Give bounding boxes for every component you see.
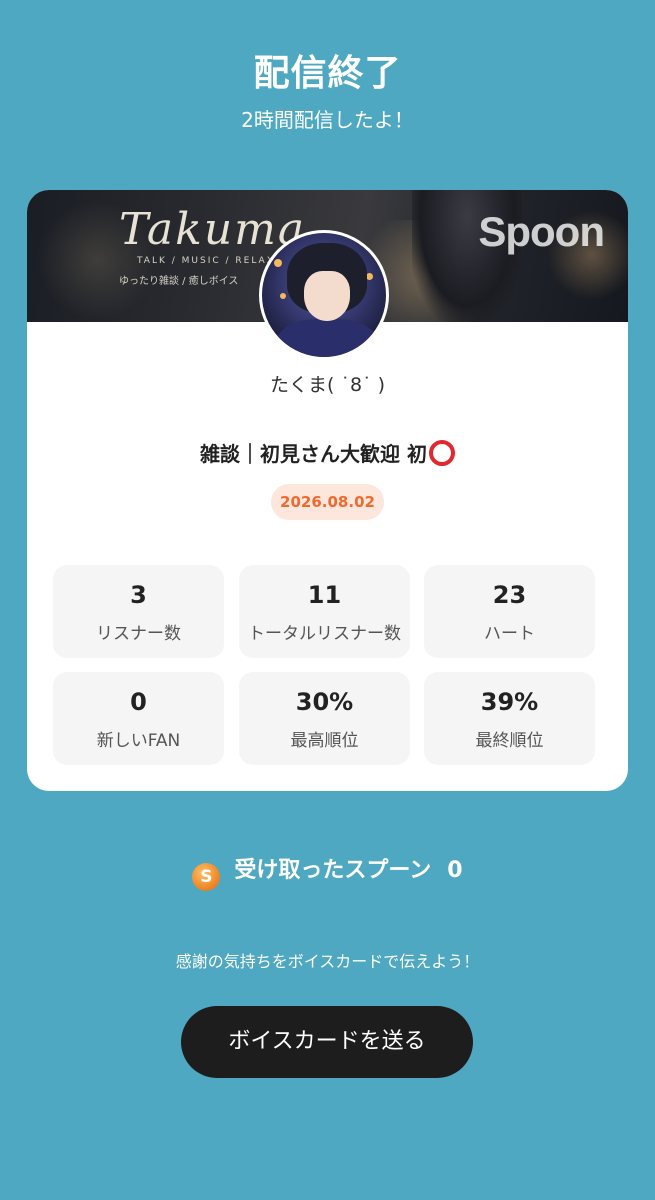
stat-value: 30% <box>295 688 354 716</box>
stat-label: トータルリスナー数 <box>248 624 401 644</box>
stat-label: 最高順位 <box>290 731 359 751</box>
broadcast-title: 雑談｜初見さん大歓迎 初 <box>27 438 628 467</box>
avatar[interactable] <box>259 230 389 360</box>
stat-hearts: 23 ハート <box>424 565 595 658</box>
stat-label: リスナー数 <box>96 624 181 644</box>
banner-subline: ゆったり雑談 / 癒しボイス <box>119 276 239 287</box>
broadcast-duration-text: 2時間配信したよ！ <box>241 108 414 132</box>
username: たくま( ˙8˙ ) <box>270 374 385 396</box>
thanks-message: 感謝の気持ちをボイスカードで伝えよう！ <box>175 952 480 971</box>
stat-final-rank: 39% 最終順位 <box>424 672 595 765</box>
date-badge: 2026.08.02 <box>271 484 384 520</box>
stat-value: 11 <box>307 581 342 609</box>
received-spoons: S 受け取ったスプーン 0 <box>0 852 655 891</box>
stat-label: ハート <box>484 624 535 644</box>
send-voice-card-button[interactable]: ボイスカードを送る <box>181 1006 473 1078</box>
stat-value: 23 <box>492 581 527 609</box>
broadcast-title-text: 雑談｜初見さん大歓迎 初 <box>200 442 427 466</box>
spoon-coin-icon: S <box>192 863 221 891</box>
stat-label: 最終順位 <box>475 731 544 751</box>
page-title: 配信終了 <box>253 53 402 94</box>
received-spoons-label: 受け取ったスプーン <box>234 858 432 883</box>
stat-highest-rank: 30% 最高順位 <box>239 672 410 765</box>
stat-label: 新しいFAN <box>96 731 181 751</box>
stat-new-fans: 0 新しいFAN <box>53 672 224 765</box>
stat-value: 0 <box>130 688 147 716</box>
stat-value: 39% <box>480 688 539 716</box>
red-circle-icon <box>428 440 455 466</box>
banner-tagline: TALK / MUSIC / RELAX <box>137 256 275 266</box>
stat-value: 3 <box>130 581 147 609</box>
received-spoons-count: 0 <box>447 858 463 883</box>
broadcast-summary-card: Takuma TALK / MUSIC / RELAX ゆったり雑談 / 癒しボ… <box>27 190 628 791</box>
stat-listeners: 3 リスナー数 <box>53 565 224 658</box>
stat-total-listeners: 11 トータルリスナー数 <box>239 565 410 658</box>
spoon-logo: Spoon <box>478 208 605 255</box>
